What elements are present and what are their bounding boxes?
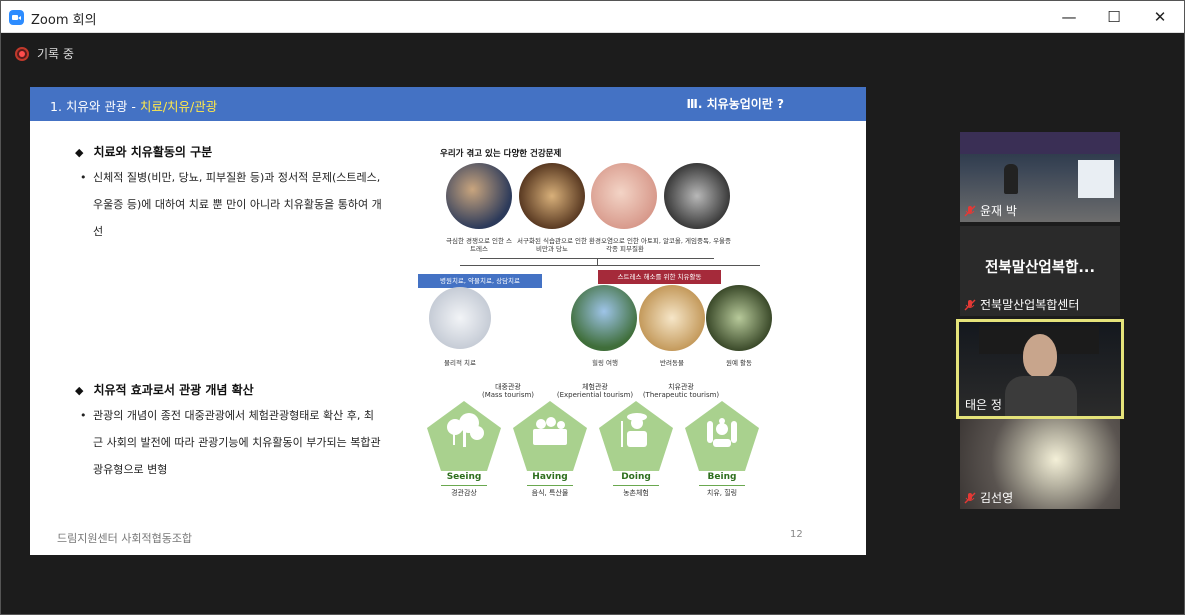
healing-activity-tag: 스트레스 해소를 위한 치유활동 <box>598 270 721 284</box>
slide-footer: 드림지원센터 사회적협동조합 <box>57 532 193 545</box>
participant-display-name: 전북말산업복합... <box>985 260 1095 276</box>
gardening-image <box>706 285 772 351</box>
stethoscope-image <box>429 287 491 349</box>
pet-image <box>639 285 705 351</box>
pentagon-word: Doing <box>621 472 651 482</box>
recording-indicator[interactable]: 기록 중 <box>15 45 74 62</box>
title-bar: Zoom 회의 — ☐ ✕ <box>1 1 1184 33</box>
food-image <box>519 163 585 229</box>
participant-name: 전북말산업복합센터 <box>980 298 1080 312</box>
seeing-pentagon <box>427 401 501 471</box>
stress-image <box>446 163 512 229</box>
section1-body: 신체적 질병(비만, 당뇨, 피부질환 등)과 정서적 문제(스트레스, 우울증… <box>93 171 382 238</box>
slide-header-title: 1. 치유와 관광 - 치료/치유/관광 <box>50 99 218 114</box>
diagram-title: 우리가 겪고 있는 다양한 건강문제 <box>440 149 562 159</box>
presenter-image <box>1004 164 1018 194</box>
dot-bullet-icon: • <box>80 171 87 184</box>
participant-name: 김선영 <box>980 491 1014 505</box>
mic-muted-icon <box>964 492 976 504</box>
participant-name: 윤재 박 <box>980 204 1017 218</box>
pentagon-sub: 음식, 특산물 <box>531 489 569 497</box>
basket-icon <box>533 417 567 445</box>
participant-tile[interactable]: 전북말산업복합... 전북말산업복합센터 <box>960 226 1120 316</box>
dot-bullet-icon: • <box>80 409 87 422</box>
problem-caption: 알코올, 게임중독, 우울증 <box>662 237 732 245</box>
participant-tile[interactable]: 김선영 <box>960 419 1120 509</box>
depression-image <box>664 163 730 229</box>
right-item-caption: 원예 활동 <box>726 359 752 367</box>
minimize-button[interactable]: — <box>1046 1 1092 33</box>
window-title: Zoom 회의 <box>31 13 97 28</box>
participant-tile[interactable]: 윤재 박 <box>960 132 1120 222</box>
tourism-label: 치유관광 (Therapeutic tourism) <box>642 383 720 399</box>
skin-image <box>591 163 657 229</box>
participant-body-image <box>1005 376 1077 416</box>
doing-pentagon <box>599 401 673 471</box>
screen-image <box>1078 160 1114 198</box>
travel-image <box>571 285 637 351</box>
section1-title: ◆ 치료와 치유활동의 구분 <box>75 145 213 159</box>
pentagon-underline <box>527 485 573 486</box>
medical-treatment-tag: 병원치료, 약물치료, 상담치료 <box>418 274 542 288</box>
maximize-button[interactable]: ☐ <box>1091 1 1137 33</box>
problem-caption: 서구화된 식습관으로 인한 비만과 당뇨 <box>517 237 587 253</box>
pentagon-word: Seeing <box>446 472 482 482</box>
page-number: 12 <box>790 529 803 540</box>
left-item-caption: 물리적 치료 <box>444 359 476 367</box>
participant-name: 태은 정 <box>965 398 1002 412</box>
pentagon-underline <box>613 485 659 486</box>
problem-caption: 극심한 경쟁으로 인한 스트레스 <box>446 237 512 253</box>
connector-line <box>597 258 598 265</box>
right-item-caption: 힐링 여행 <box>592 359 618 367</box>
recording-label: 기록 중 <box>37 47 74 61</box>
right-item-caption: 반려동물 <box>660 359 684 367</box>
section2-body: 관광의 개념이 종전 대중관광에서 체험관광형태로 확산 후, 최근 사회의 발… <box>93 409 381 476</box>
problem-caption: 환경오염으로 인한 아토피, 각종 피부질환 <box>589 237 661 253</box>
zoom-window: Zoom 회의 — ☐ ✕ 기록 중 1. 치유와 관광 - 치료/치유/관광 … <box>0 0 1185 615</box>
pentagon-underline <box>441 485 487 486</box>
pentagon-sub: 농촌체험 <box>623 489 649 497</box>
pentagon-word: Having <box>532 472 568 482</box>
recording-icon <box>15 46 29 61</box>
section2-title: ◆ 치유적 효과로서 관광 개념 확산 <box>75 383 254 397</box>
diamond-bullet-icon: ◆ <box>75 384 84 397</box>
close-button[interactable]: ✕ <box>1137 1 1183 33</box>
slide-header: 1. 치유와 관광 - 치료/치유/관광 Ⅲ. 치유농업이란 ? <box>30 87 866 121</box>
pentagon-sub: 경관감상 <box>451 489 477 497</box>
tourism-label: 대중관광 (Mass tourism) <box>481 383 535 399</box>
participant-tile-active[interactable]: 태은 정 <box>956 319 1124 419</box>
having-pentagon <box>513 401 587 471</box>
diamond-bullet-icon: ◆ <box>75 146 84 159</box>
pentagon-underline <box>699 485 745 486</box>
pentagon-word: Being <box>707 472 737 482</box>
zoom-logo-icon <box>9 10 24 25</box>
mic-muted-icon <box>964 205 976 217</box>
connector-line <box>460 265 760 266</box>
shared-slide: 1. 치유와 관광 - 치료/치유/관광 Ⅲ. 치유농업이란 ? ◆ 치료와 치유… <box>30 87 866 555</box>
being-pentagon <box>685 401 759 471</box>
tourism-label: 체험관광 (Experiential tourism) <box>556 383 634 399</box>
slide-chapter-title: Ⅲ. 치유농업이란 ? <box>686 97 784 111</box>
pentagon-sub: 치유, 힐링 <box>706 489 738 497</box>
mic-muted-icon <box>964 299 976 311</box>
participant-face-image <box>1023 334 1057 378</box>
banner-image <box>960 132 1120 154</box>
